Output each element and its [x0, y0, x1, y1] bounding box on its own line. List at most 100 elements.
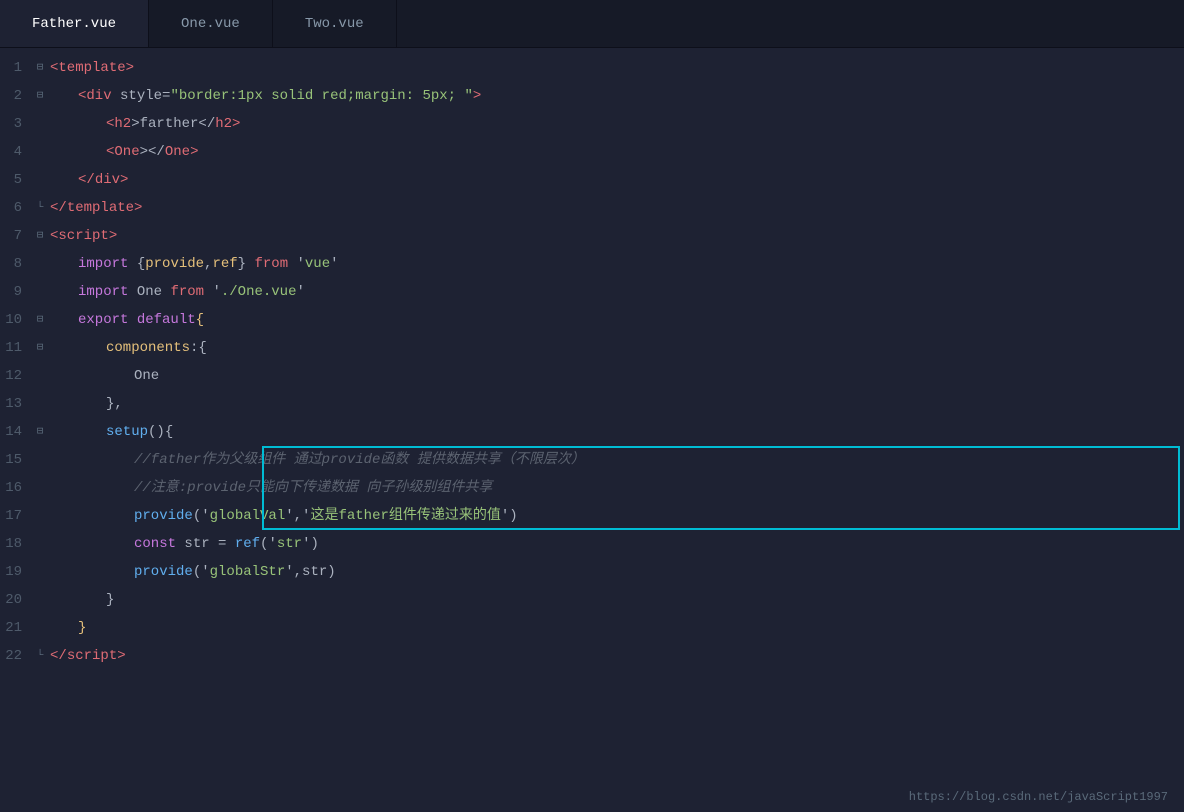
line-body-10: export default{: [78, 306, 204, 334]
fold-marker-1[interactable]: ⊟: [32, 54, 50, 82]
token: provide: [134, 508, 193, 524]
line-body-6: </template>: [50, 194, 142, 222]
token: '): [302, 536, 319, 552]
line-body-19: provide('globalStr',str): [134, 558, 336, 586]
line-number-18: 18: [0, 530, 32, 558]
token: div: [86, 88, 111, 104]
line-number-21: 21: [0, 614, 32, 642]
token: ': [288, 256, 305, 272]
code-line-18: 18 const str = ref('str'): [0, 530, 1184, 558]
code-line-11: 11⊟ components:{: [0, 334, 1184, 362]
token: ref: [212, 256, 237, 272]
token: default: [137, 312, 196, 328]
token: },: [106, 396, 123, 412]
code-line-12: 12 One: [0, 362, 1184, 390]
token: script: [58, 228, 108, 244]
token: components: [106, 340, 190, 356]
token: setup: [106, 424, 148, 440]
code-line-21: 21 }: [0, 614, 1184, 642]
fold-marker-14[interactable]: ⊟: [32, 418, 50, 446]
token: </: [78, 172, 95, 188]
token: h2: [114, 116, 131, 132]
tab-bar: Father.vueOne.vueTwo.vue: [0, 0, 1184, 48]
token: {: [128, 256, 145, 272]
token: div: [95, 172, 120, 188]
line-number-1: 1: [0, 54, 32, 82]
line-body-1: <template>: [50, 54, 134, 82]
line-body-22: </script>: [50, 642, 126, 670]
code-line-4: 4 <One></One>: [0, 138, 1184, 166]
token: One: [114, 144, 139, 160]
tab-Fathervue[interactable]: Father.vue: [0, 0, 149, 47]
token: >farther</: [131, 116, 215, 132]
code-scroll: 1⊟<template>2⊟<div style="border:1px sol…: [0, 48, 1184, 812]
code-line-14: 14⊟ setup(){: [0, 418, 1184, 446]
line-number-11: 11: [0, 334, 32, 362]
fold-marker-6: └: [32, 194, 50, 222]
code-line-19: 19 provide('globalStr',str): [0, 558, 1184, 586]
token: >: [190, 144, 198, 160]
line-number-22: 22: [0, 642, 32, 670]
token: One: [165, 144, 190, 160]
token: }: [106, 592, 114, 608]
line-body-4: <One></One>: [106, 138, 198, 166]
line-body-12: One: [134, 362, 159, 390]
token: export: [78, 312, 128, 328]
tab-Twovue[interactable]: Two.vue: [273, 0, 397, 47]
code-line-9: 9 import One from './One.vue': [0, 278, 1184, 306]
code-line-10: 10⊟export default{: [0, 306, 1184, 334]
fold-marker-12: [32, 362, 50, 390]
line-body-13: },: [106, 390, 123, 418]
editor-container: 1⊟<template>2⊟<div style="border:1px sol…: [0, 48, 1184, 812]
line-body-11: components:{: [106, 334, 207, 362]
line-body-5: </div>: [78, 166, 128, 194]
token: (': [193, 508, 210, 524]
token: globalVal: [210, 508, 286, 524]
token: from: [170, 284, 204, 300]
line-number-8: 8: [0, 250, 32, 278]
code-line-16: 16 //注意:provide只能向下传递数据 向子孙级别组件共享: [0, 474, 1184, 502]
line-number-2: 2: [0, 82, 32, 110]
fold-marker-2[interactable]: ⊟: [32, 82, 50, 110]
fold-marker-11[interactable]: ⊟: [32, 334, 50, 362]
watermark: https://blog.csdn.net/javaScript1997: [909, 790, 1168, 804]
fold-marker-18: [32, 530, 50, 558]
code-area: 1⊟<template>2⊟<div style="border:1px sol…: [0, 48, 1184, 812]
code-line-2: 2⊟ <div style="border:1px solid red;margi…: [0, 82, 1184, 110]
code-line-1: 1⊟<template>: [0, 54, 1184, 82]
line-body-20: }: [106, 586, 114, 614]
token: provide: [145, 256, 204, 272]
tab-Onevue[interactable]: One.vue: [149, 0, 273, 47]
token: import: [78, 256, 128, 272]
line-number-16: 16: [0, 474, 32, 502]
code-line-8: 8 import {provide,ref} from 'vue': [0, 250, 1184, 278]
line-number-14: 14: [0, 418, 32, 446]
fold-marker-7[interactable]: ⊟: [32, 222, 50, 250]
token: vue: [305, 256, 330, 272]
token: (': [260, 536, 277, 552]
token: ',str): [285, 564, 335, 580]
token: "border:1px solid red;margin: 5px; ": [170, 88, 472, 104]
token: ': [204, 284, 221, 300]
line-body-2: <div style="border:1px solid red;margin:…: [78, 82, 481, 110]
fold-marker-10[interactable]: ⊟: [32, 306, 50, 334]
line-body-16: //注意:provide只能向下传递数据 向子孙级别组件共享: [134, 474, 492, 502]
token: h2: [215, 116, 232, 132]
line-number-19: 19: [0, 558, 32, 586]
fold-marker-15: [32, 446, 50, 474]
code-line-5: 5 </div>: [0, 166, 1184, 194]
code-line-17: 17 provide('globalVal','这是father组件传递过来的值…: [0, 502, 1184, 530]
token: from: [254, 256, 288, 272]
line-number-13: 13: [0, 390, 32, 418]
token: (){: [148, 424, 173, 440]
token: ></: [140, 144, 165, 160]
token: template: [58, 60, 125, 76]
editor-window: Father.vueOne.vueTwo.vue 1⊟<template>2⊟<…: [0, 0, 1184, 812]
line-body-3: <h2>farther</h2>: [106, 110, 240, 138]
token: script: [67, 648, 117, 664]
fold-marker-5: [32, 166, 50, 194]
code-line-15: 15 //father作为父级组件 通过provide函数 提供数据共享（不限层…: [0, 446, 1184, 474]
line-body-14: setup(){: [106, 418, 173, 446]
token: //father作为父级组件 通过provide函数 提供数据共享（不限层次）: [134, 452, 585, 468]
token: provide: [134, 564, 193, 580]
